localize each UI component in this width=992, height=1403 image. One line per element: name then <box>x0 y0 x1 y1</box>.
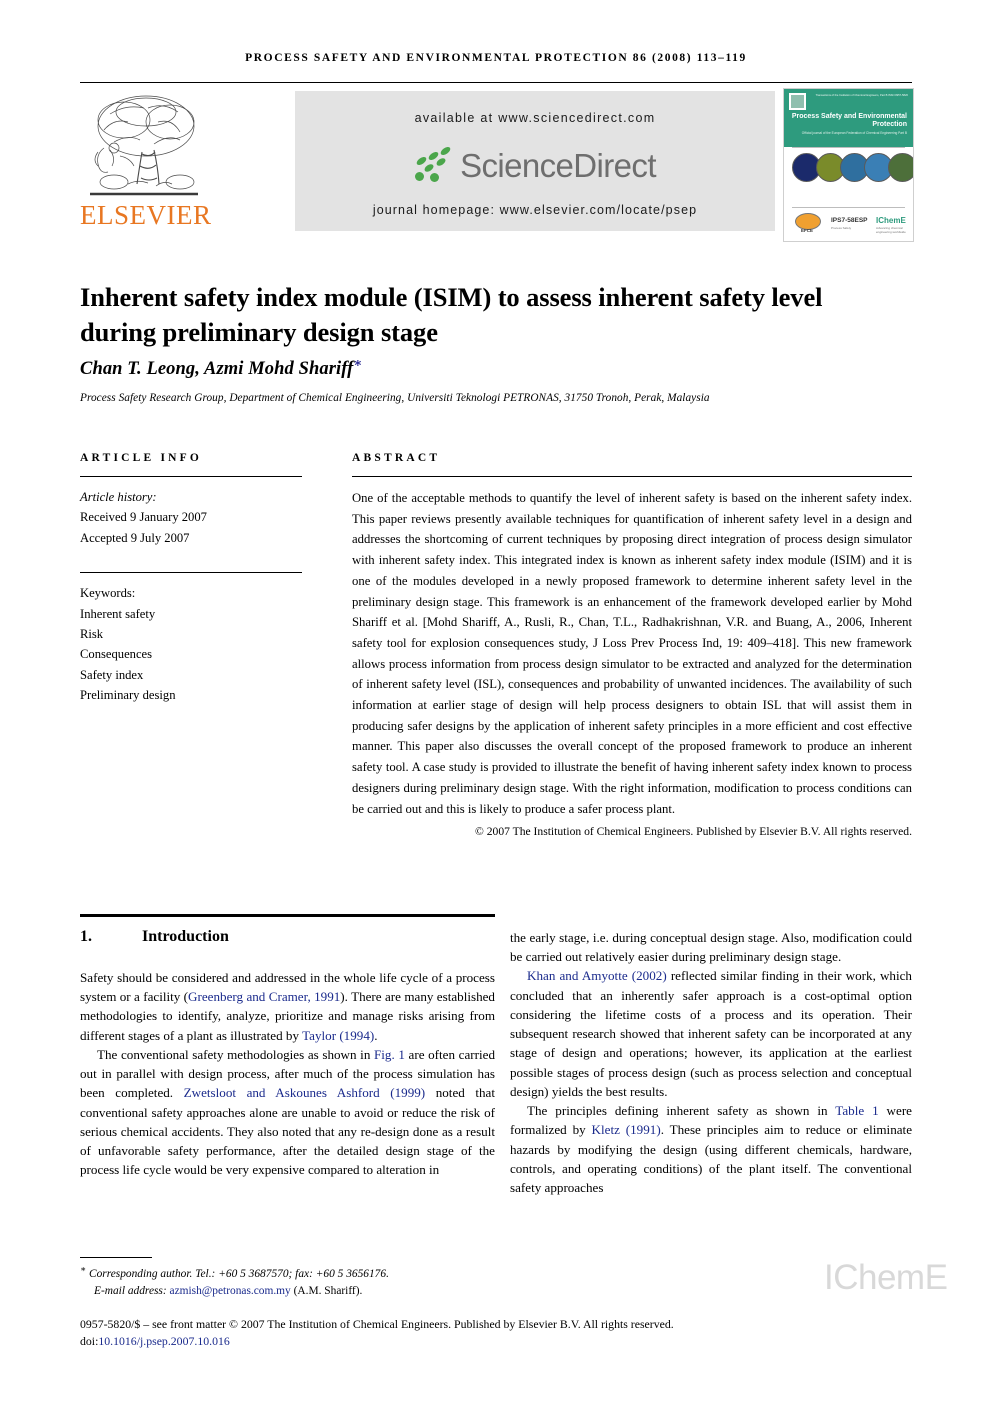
cover-badge-icon <box>789 93 806 110</box>
section-rule <box>80 914 495 917</box>
figure-reference-link[interactable]: Fig. 1 <box>374 1047 405 1062</box>
cover-psp-sub: Process Safety <box>831 226 852 230</box>
section-title: Introduction <box>142 928 229 945</box>
running-head: Process Safety and Environmental Protect… <box>245 52 747 64</box>
citation-link[interactable]: Taylor (1994) <box>302 1028 374 1043</box>
paragraph: The principles defining inherent safety … <box>510 1101 912 1197</box>
elsevier-tree-icon <box>90 95 198 196</box>
elsevier-logo: ELSEVIER <box>80 88 212 238</box>
sciencedirect-wordmark: ScienceDirect <box>460 147 656 184</box>
elsevier-wordmark: ELSEVIER <box>80 200 212 230</box>
sciencedirect-logo: ScienceDirect <box>295 145 775 192</box>
keyword-item: Inherent safety <box>80 606 156 621</box>
footnote-marker: ∗ <box>80 1264 87 1274</box>
journal-cover-thumbnail: Transactions of the Institution of Chemi… <box>783 88 914 242</box>
email-link[interactable]: azmish@petronas.com.my <box>170 1285 291 1297</box>
cover-journal-subtitle: Official journal of the European Federat… <box>801 131 907 135</box>
paragraph: Khan and Amyotte (2002) reflected simila… <box>510 966 912 1101</box>
doi-line: doi:10.1016/j.psep.2007.10.016 <box>80 1333 920 1350</box>
abstract-heading: Abstract <box>352 452 441 464</box>
cover-footer-logos: EFCE IPS7-58ESP Process Safety IChemE Ad… <box>784 211 913 241</box>
available-at-text: available at www.sciencedirect.com <box>414 111 656 125</box>
abstract-copyright: © 2007 The Institution of Chemical Engin… <box>475 825 912 839</box>
paragraph-text: reflected similar finding in their work,… <box>510 968 912 1099</box>
footnote-block: ∗ Corresponding author. Tel.: +60 5 3687… <box>80 1263 500 1300</box>
sciencedirect-band: available at www.sciencedirect.com Scien… <box>295 91 775 231</box>
journal-homepage-text: journal homepage: www.elsevier.com/locat… <box>372 203 698 217</box>
table-reference-link[interactable]: Table 1 <box>835 1103 878 1118</box>
citation-link[interactable]: Zwetsloot and Askounes Ashford (1999) <box>184 1085 426 1100</box>
header-divider <box>80 82 912 83</box>
citation-link[interactable]: Kletz (1991) <box>592 1122 661 1137</box>
section-number: 1. <box>80 928 92 945</box>
paragraph: The conventional safety methodologies as… <box>80 1045 495 1180</box>
keywords-block: Keywords: Inherent safety Risk Consequen… <box>80 583 302 705</box>
efce-logo-icon: EFCE <box>794 213 821 237</box>
section-heading: 1. Introduction <box>80 928 495 946</box>
corresponding-author-text: Corresponding author. Tel.: +60 5 368757… <box>88 1267 389 1280</box>
keyword-item: Preliminary design <box>80 688 176 703</box>
cover-icheme-mark: IChemE <box>876 216 906 225</box>
body-column-right: the early stage, i.e. during conceptual … <box>510 928 912 1197</box>
doi-link[interactable]: 10.1016/j.psep.2007.10.016 <box>98 1334 229 1348</box>
received-date: Received 9 January 2007 <box>80 510 207 525</box>
masthead: ELSEVIER available at www.sciencedirect.… <box>80 88 914 242</box>
cover-photo-circles <box>792 153 913 182</box>
paragraph: Safety should be considered and addresse… <box>80 968 495 1045</box>
paragraph-text: . <box>374 1027 378 1043</box>
keywords-divider <box>80 572 302 574</box>
paragraph-text: The conventional safety methodologies as… <box>97 1046 374 1062</box>
keyword-item: Safety index <box>80 667 144 682</box>
abstract-column: Abstract One of the acceptable methods t… <box>352 452 912 838</box>
paragraph-text: The principles defining inherent safety … <box>527 1103 836 1119</box>
sciencedirect-leaf-icon <box>414 145 456 186</box>
footnote-rule <box>80 1257 152 1258</box>
citation-link[interactable]: Greenberg and Cramer, 1991 <box>188 989 340 1004</box>
cover-psp-mark: IPS7-58ESP <box>831 217 868 224</box>
email-owner: (A.M. Shariff). <box>293 1284 363 1297</box>
email-line: E-mail address: azmish@petronas.com.my (… <box>80 1283 500 1300</box>
doi-label: doi: <box>80 1334 99 1349</box>
body-column-left: 1. Introduction Safety should be consider… <box>80 928 495 1180</box>
journal-article-page: Process Safety and Environmental Protect… <box>0 0 992 1403</box>
icheme-watermark: IChemE <box>824 1258 948 1297</box>
cover-journal-title: Process Safety and Environmental Protect… <box>791 113 907 129</box>
cover-org-line: Transactions of the Institution of Chemi… <box>815 94 908 97</box>
cover-icheme-sub: Advancing chemical engineering worldwide <box>876 226 906 234</box>
abstract-divider <box>352 476 912 477</box>
front-matter-line: 0957-5820/$ – see front matter © 2007 Th… <box>80 1317 674 1331</box>
author-names: Chan T. Leong, Azmi Mohd Shariff <box>80 359 354 380</box>
email-label: E-mail address: <box>94 1284 167 1297</box>
article-info-heading: Article info <box>80 452 203 464</box>
keywords-label: Keywords: <box>80 586 136 601</box>
article-title: Inherent safety index module (ISIM) to a… <box>80 281 823 347</box>
keyword-item: Risk <box>80 626 104 641</box>
affiliation: Process Safety Research Group, Departmen… <box>80 392 710 404</box>
article-info-column: Article info Article history: Received 9… <box>80 452 302 706</box>
abstract-text: One of the acceptable methods to quantif… <box>352 491 912 816</box>
corresponding-author-note: ∗ Corresponding author. Tel.: +60 5 3687… <box>80 1263 500 1283</box>
corresponding-author-marker: ∗ <box>353 355 363 370</box>
article-history: Article history: Received 9 January 2007… <box>80 487 302 548</box>
paragraph: the early stage, i.e. during conceptual … <box>510 930 912 965</box>
author-list: Chan T. Leong, Azmi Mohd Shariff∗ <box>80 355 870 380</box>
accepted-date: Accepted 9 July 2007 <box>80 530 190 545</box>
citation-link[interactable]: Khan and Amyotte (2002) <box>527 968 667 983</box>
article-history-label: Article history: <box>80 490 157 504</box>
article-info-divider <box>80 476 302 477</box>
keyword-item: Consequences <box>80 647 153 662</box>
cover-header-band: Transactions of the Institution of Chemi… <box>784 89 913 147</box>
footer-block: 0957-5820/$ – see front matter © 2007 Th… <box>80 1316 920 1350</box>
